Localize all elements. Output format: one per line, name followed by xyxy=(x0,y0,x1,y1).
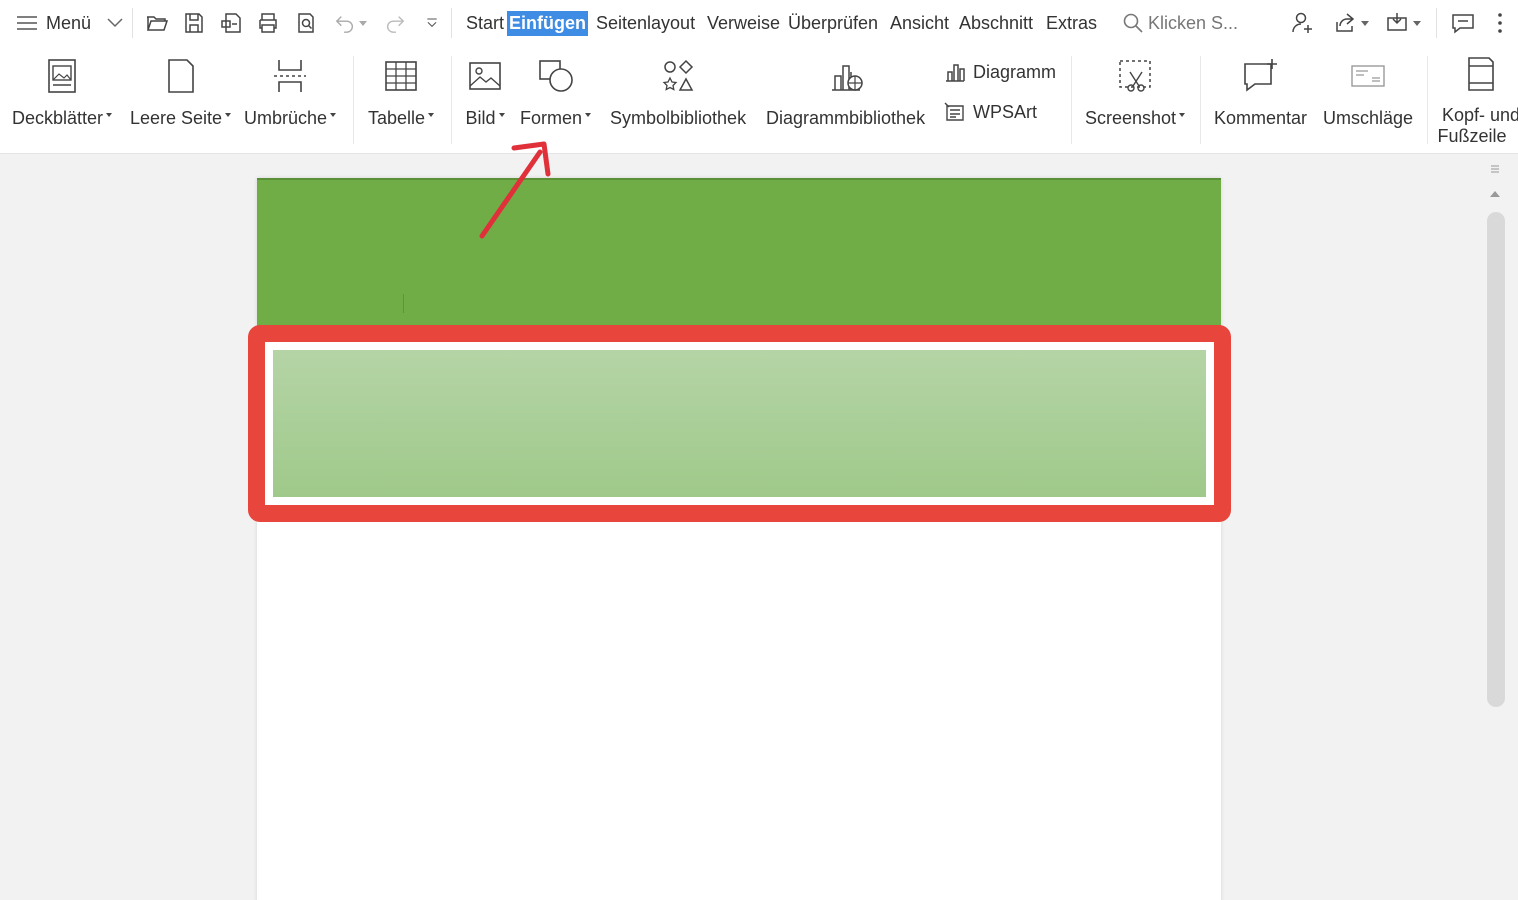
header-footer-label-line2: Fußzeile xyxy=(1437,126,1507,146)
symbol-library-label: Symbolbibliothek xyxy=(610,108,747,128)
scrollbar-thumb[interactable] xyxy=(1487,212,1505,707)
text-cursor xyxy=(403,294,404,313)
tab-einfuegen[interactable]: Einfügen xyxy=(507,11,588,36)
symbol-library-button[interactable]: Symbolbibliothek xyxy=(610,54,746,129)
screenshot-button[interactable]: Screenshot xyxy=(1085,54,1186,129)
highlight-annotation-frame xyxy=(248,325,1231,522)
export-pdf-icon[interactable] xyxy=(218,9,246,37)
blank-page-button[interactable]: Leere Seite xyxy=(130,54,232,129)
tab-verweise[interactable]: Verweise xyxy=(705,11,782,36)
chart-library-label: Diagrammbibliothek xyxy=(766,108,926,128)
print-icon[interactable] xyxy=(254,9,282,37)
table-label: Tabelle xyxy=(368,108,426,128)
tab-ueberpruefen[interactable]: Überprüfen xyxy=(786,11,880,36)
tab-extras[interactable]: Extras xyxy=(1044,11,1099,36)
chart-label: Diagramm xyxy=(973,61,1057,82)
open-icon[interactable] xyxy=(143,9,171,37)
tab-ansicht[interactable]: Ansicht xyxy=(888,11,951,36)
search-icon xyxy=(1123,13,1143,33)
table-icon xyxy=(385,61,417,91)
symbol-library-icon xyxy=(662,59,694,91)
header-footer-label-line1: Kopf- und xyxy=(1441,105,1518,125)
bar-chart-icon xyxy=(946,64,965,82)
cover-page-icon xyxy=(48,59,76,93)
wpsart-label: WPSArt xyxy=(973,101,1038,122)
annotation-arrow-icon xyxy=(479,141,551,239)
search-placeholder: Klicken S... xyxy=(1148,12,1239,33)
envelopes-label: Umschläge xyxy=(1323,108,1414,128)
shapes-button[interactable]: Formen xyxy=(520,54,592,129)
shapes-label: Formen xyxy=(520,108,583,128)
green-rectangle-shape[interactable] xyxy=(257,178,1221,338)
cover-pages-button[interactable]: Deckblätter xyxy=(12,54,113,129)
comment-label: Kommentar xyxy=(1214,108,1308,128)
tab-start[interactable]: Start xyxy=(464,11,506,36)
title-bar: Menü Start Einfügen Seitenlayout Verweis… xyxy=(0,0,1518,46)
wpsart-icon xyxy=(944,102,964,121)
breaks-label: Umbrüche xyxy=(244,108,328,128)
page-break-icon xyxy=(274,60,307,92)
envelope-icon xyxy=(1351,65,1385,87)
print-preview-icon[interactable] xyxy=(292,9,320,37)
blank-page-label: Leere Seite xyxy=(130,108,223,128)
wpsart-button[interactable]: WPSArt xyxy=(943,100,1037,124)
comment-button[interactable]: Kommentar xyxy=(1214,54,1307,129)
chevron-down-icon xyxy=(107,18,123,28)
header-footer-button[interactable]: Kopf- und Fußzeile xyxy=(1436,54,1518,147)
tab-abschnitt[interactable]: Abschnitt xyxy=(957,11,1035,36)
divider xyxy=(451,8,452,38)
ribbon-insert: Deckblätter Leere Seite Umbrüche Tabelle… xyxy=(0,46,1518,154)
table-button[interactable]: Tabelle xyxy=(368,54,435,129)
customize-toolbar-icon[interactable] xyxy=(418,9,446,37)
split-view-icon[interactable] xyxy=(1489,163,1501,175)
sync-icon[interactable] xyxy=(1384,9,1421,37)
envelopes-button[interactable]: Umschläge xyxy=(1323,54,1413,129)
vertical-scrollbar[interactable] xyxy=(1486,155,1506,900)
screenshot-label: Screenshot xyxy=(1085,108,1177,128)
add-user-icon[interactable] xyxy=(1290,9,1316,37)
menu-button[interactable]: Menü xyxy=(16,10,123,36)
feedback-icon[interactable] xyxy=(1450,9,1476,37)
undo-icon[interactable] xyxy=(330,9,370,37)
divider xyxy=(1436,8,1437,38)
blank-page-icon xyxy=(167,59,194,93)
picture-button[interactable]: Bild xyxy=(463,54,507,129)
more-options-icon[interactable] xyxy=(1494,9,1506,37)
tab-seitenlayout[interactable]: Seitenlayout xyxy=(594,11,697,36)
comment-icon xyxy=(1243,59,1277,92)
chart-library-icon xyxy=(831,65,863,91)
picture-label: Bild xyxy=(465,108,496,128)
chart-button[interactable]: Diagramm xyxy=(943,60,1056,84)
save-icon[interactable] xyxy=(180,9,208,37)
redo-icon[interactable] xyxy=(381,9,409,37)
shapes-icon xyxy=(538,60,573,92)
breaks-button[interactable]: Umbrüche xyxy=(244,54,337,129)
search-box[interactable]: Klicken S... xyxy=(1122,10,1238,36)
divider xyxy=(132,8,133,38)
chart-library-button[interactable]: Diagrammbibliothek xyxy=(766,54,925,129)
cover-pages-label: Deckblätter xyxy=(12,108,104,128)
header-footer-icon xyxy=(1468,57,1494,91)
scroll-up-icon[interactable] xyxy=(1490,191,1500,197)
undo-dropdown-icon[interactable] xyxy=(358,20,367,26)
share-icon[interactable] xyxy=(1332,9,1369,37)
hamburger-icon xyxy=(17,16,37,30)
menu-label: Menü xyxy=(46,12,92,33)
screenshot-icon xyxy=(1119,60,1151,92)
picture-icon xyxy=(469,62,501,90)
